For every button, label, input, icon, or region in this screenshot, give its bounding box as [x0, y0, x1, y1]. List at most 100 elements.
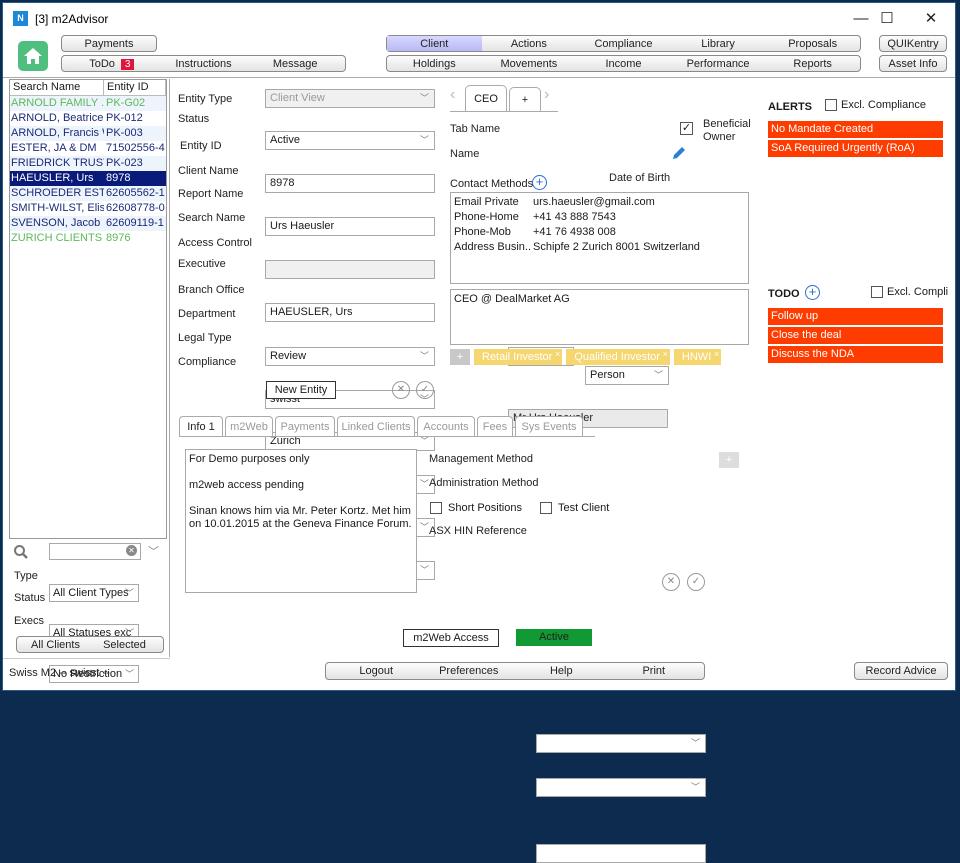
administration-method-select[interactable]: ﹀: [536, 778, 706, 797]
selected-clients-button[interactable]: Selected: [90, 639, 159, 651]
chevron-down-icon: ﹀: [419, 565, 429, 575]
client-list-row[interactable]: ARNOLD, Francis W PK-003: [10, 126, 166, 141]
todo-item[interactable]: Close the deal: [768, 327, 943, 344]
tag-qualified-investor[interactable]: Qualified Investor ×: [566, 349, 670, 365]
close-button[interactable]: ✕: [911, 7, 951, 31]
person-type-select[interactable]: Person ﹀: [585, 366, 669, 385]
client-list-row[interactable]: ZURICH CLIENTS 8976: [10, 231, 166, 246]
cancel-icon[interactable]: ✕: [662, 573, 680, 591]
contact-tab-ceo[interactable]: CEO: [465, 85, 507, 112]
contact-method-row[interactable]: Phone-Mob +41 76 4938 008: [451, 225, 748, 240]
report-name-input[interactable]: [265, 260, 435, 279]
tab-fees[interactable]: Fees: [477, 416, 513, 436]
tag-retail-investor[interactable]: Retail Investor ×: [474, 346, 563, 365]
tab-movements[interactable]: Movements: [482, 58, 577, 70]
tab-proposals[interactable]: Proposals: [765, 38, 860, 50]
confirm-check-icon[interactable]: ✓: [687, 573, 705, 591]
add-tag-button[interactable]: +: [450, 349, 470, 365]
tab-accounts[interactable]: Accounts: [417, 416, 475, 436]
info-notes-textarea[interactable]: For Demo purposes only m2web access pend…: [185, 449, 417, 593]
clear-search-icon[interactable]: ✕: [126, 545, 137, 556]
type-filter-select[interactable]: All Client Types ﹀: [49, 584, 139, 602]
help-button[interactable]: Help: [515, 665, 608, 677]
contact-method-row[interactable]: Phone-Home +41 43 888 7543: [451, 210, 748, 225]
client-list-row[interactable]: SCHROEDER EST... 62605562-1: [10, 186, 166, 201]
test-client-checkbox[interactable]: [540, 502, 552, 514]
search-name-input[interactable]: HAEUSLER, Urs: [265, 303, 435, 322]
todo-button[interactable]: ToDo 3: [66, 58, 158, 70]
contact-notes-textarea[interactable]: CEO @ DealMarket AG: [450, 289, 749, 345]
todo-exclude-checkbox[interactable]: [871, 286, 883, 298]
todo-item[interactable]: Discuss the NDA: [768, 346, 943, 363]
tag-hnwi[interactable]: HNWI ×: [673, 346, 722, 365]
maximize-button[interactable]: ☐: [867, 7, 907, 31]
alert-item[interactable]: SoA Required Urgently (RoA): [768, 140, 943, 157]
cancel-icon[interactable]: ✕: [392, 381, 410, 399]
new-entity-button[interactable]: New Entity: [266, 381, 336, 399]
contact-tab-add[interactable]: +: [509, 87, 541, 112]
contact-method-row[interactable]: Email Private urs.haeusler@gmail.com: [451, 195, 748, 210]
access-control-select[interactable]: Review ﹀: [265, 347, 435, 366]
asx-hin-input[interactable]: [536, 844, 706, 863]
alert-item[interactable]: No Mandate Created: [768, 121, 943, 138]
remove-tag-icon[interactable]: ×: [663, 346, 668, 362]
preferences-button[interactable]: Preferences: [423, 665, 516, 677]
message-button[interactable]: Message: [249, 58, 341, 70]
client-list-row[interactable]: ESTER, JA & DM 71502556-4: [10, 141, 166, 156]
status-select[interactable]: Active ﹀: [265, 131, 435, 150]
todo-item[interactable]: Follow up: [768, 308, 943, 325]
add-contact-method-icon[interactable]: +: [532, 175, 547, 190]
chevron-down-icon[interactable]: ﹀: [148, 543, 159, 559]
tab-linked-clients[interactable]: Linked Clients: [337, 416, 415, 436]
tab-m2web[interactable]: m2Web: [225, 416, 273, 436]
tab-performance[interactable]: Performance: [671, 58, 766, 70]
instructions-button[interactable]: Instructions: [158, 58, 250, 70]
m2web-access-button[interactable]: m2Web Access: [403, 629, 499, 647]
tab-info-1[interactable]: Info 1: [179, 416, 223, 436]
client-list-row[interactable]: SVENSON, Jacob 62609119-1: [10, 216, 166, 231]
tab-compliance[interactable]: Compliance: [576, 38, 671, 50]
tab-client[interactable]: Client: [387, 36, 482, 51]
entity-id-input[interactable]: 8978: [265, 174, 435, 193]
record-advice-button[interactable]: Record Advice: [854, 662, 948, 680]
exclude-compliance-checkbox[interactable]: [825, 99, 837, 111]
contact-method-type: Email Private: [454, 196, 519, 208]
print-button[interactable]: Print: [608, 665, 701, 677]
add-todo-icon[interactable]: +: [805, 285, 820, 300]
tab-library[interactable]: Library: [671, 38, 766, 50]
asset-info-button[interactable]: Asset Info: [879, 55, 947, 72]
client-name-input[interactable]: Urs Haeusler: [265, 217, 435, 236]
remove-tag-icon[interactable]: ×: [714, 346, 719, 362]
entity-type-select[interactable]: Client View ﹀: [265, 89, 435, 108]
tab-payments[interactable]: Payments: [275, 416, 335, 436]
short-positions-checkbox[interactable]: [430, 502, 442, 514]
remove-tag-icon[interactable]: ×: [555, 346, 560, 362]
client-list-row[interactable]: HAEUSLER, Urs 8978: [10, 171, 166, 186]
client-list-row[interactable]: FRIEDRICK TRUST PK-023: [10, 156, 166, 171]
add-management-method-button[interactable]: +: [719, 452, 739, 468]
logout-button[interactable]: Logout: [330, 665, 423, 677]
client-list-row[interactable]: SMITH-WILST, Elis... 62608778-0: [10, 201, 166, 216]
confirm-check-icon[interactable]: ✓: [416, 381, 434, 399]
management-method-select[interactable]: ﹀: [536, 734, 706, 753]
home-button[interactable]: [18, 41, 48, 71]
column-header-search-name[interactable]: Search Name: [10, 80, 104, 95]
tab-income[interactable]: Income: [576, 58, 671, 70]
client-list-row[interactable]: ARNOLD, Beatrice PK-012: [10, 111, 166, 126]
tab-reports[interactable]: Reports: [765, 58, 860, 70]
all-clients-button[interactable]: All Clients: [21, 639, 90, 651]
tabs-prev-arrow-icon[interactable]: ‹: [450, 86, 455, 104]
tab-sys-events[interactable]: Sys Events: [515, 416, 583, 436]
beneficial-owner-checkbox[interactable]: ✓: [680, 122, 693, 135]
edit-pencil-icon[interactable]: [671, 145, 687, 161]
client-list-row[interactable]: ARNOLD FAMILY ... PK-G02: [10, 96, 166, 111]
footer-divider: [3, 658, 170, 659]
tab-holdings[interactable]: Holdings: [387, 58, 482, 70]
branch-office-label: Branch Office: [178, 284, 245, 296]
contact-method-row[interactable]: Address Busin... Schipfe 2 Zurich 8001 Sw…: [451, 240, 748, 255]
column-header-entity-id[interactable]: Entity ID: [104, 80, 166, 95]
payments-button[interactable]: Payments: [66, 38, 152, 50]
tab-actions[interactable]: Actions: [482, 38, 577, 50]
quikentry-button[interactable]: QUIKentry: [879, 35, 947, 52]
tabs-next-arrow-icon[interactable]: ›: [544, 86, 549, 104]
